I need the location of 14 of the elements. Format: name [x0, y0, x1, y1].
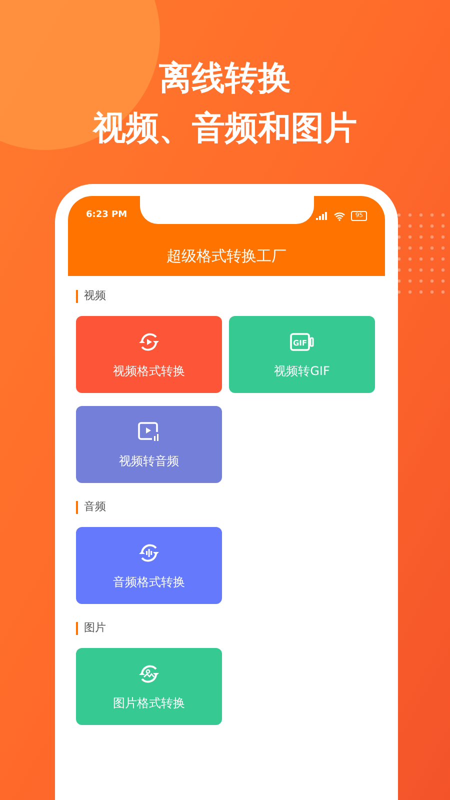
headline: 视频、音频和图片: [93, 107, 357, 149]
signal-icon: [316, 212, 328, 220]
section-title: 音频: [84, 498, 106, 515]
headline: 离线转换: [159, 57, 291, 99]
section-title: 视频: [84, 288, 106, 304]
app-title: 超级格式转换工厂: [166, 246, 288, 267]
converter-card[interactable]: 图片格式转换: [76, 648, 222, 725]
converter-card[interactable]: 视频转音频: [76, 406, 222, 483]
wifi-icon: [334, 212, 346, 220]
converter-card[interactable]: 音频格式转换: [76, 527, 222, 604]
video-sound-icon: [137, 420, 161, 444]
converter-card[interactable]: 视频格式转换: [76, 316, 222, 393]
status-time: 6:23 PM: [86, 209, 128, 222]
section-title: 图片: [84, 620, 106, 636]
